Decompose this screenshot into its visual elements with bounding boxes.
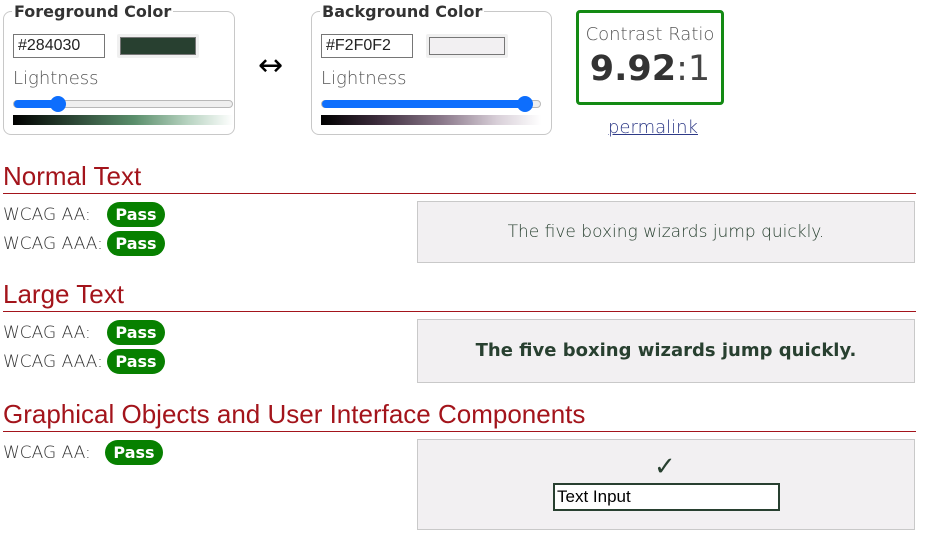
background-color-picker: Background Color #F2F0F2 Lightness bbox=[311, 2, 552, 135]
foreground-hex-input[interactable]: #284030 bbox=[13, 34, 105, 58]
background-lightness-label: Lightness bbox=[321, 68, 407, 89]
normal-text-heading: Normal Text bbox=[3, 161, 916, 194]
normal-aa-label: WCAG AA: bbox=[3, 205, 91, 225]
checkmark-icon: ✓ bbox=[654, 452, 676, 482]
background-lightness-slider[interactable] bbox=[321, 96, 541, 112]
normal-aaa-label: WCAG AAA: bbox=[3, 234, 103, 254]
background-hex-input[interactable]: #F2F0F2 bbox=[321, 34, 413, 58]
graphical-objects-sample: ✓ Text Input bbox=[417, 439, 915, 530]
foreground-lightness-label: Lightness bbox=[13, 68, 99, 89]
background-slider-thumb[interactable] bbox=[516, 96, 533, 112]
background-lightness-gradient bbox=[321, 115, 541, 125]
large-aa-pass-badge: Pass bbox=[107, 320, 165, 345]
foreground-color-swatch-button[interactable] bbox=[117, 34, 199, 58]
large-aaa-label: WCAG AAA: bbox=[3, 352, 103, 372]
graphical-aa-label: WCAG AA: bbox=[3, 443, 91, 463]
foreground-color-picker: Foreground Color #284030 Lightness bbox=[3, 2, 235, 135]
contrast-ratio-label: Contrast Ratio bbox=[585, 24, 715, 45]
sample-text-input[interactable]: Text Input bbox=[553, 483, 780, 511]
normal-aaa-pass-badge: Pass bbox=[107, 231, 165, 256]
background-color-swatch-button[interactable] bbox=[426, 34, 508, 58]
contrast-ratio-number: 9.92 bbox=[589, 49, 677, 89]
normal-aa-pass-badge: Pass bbox=[107, 202, 165, 227]
large-aa-label: WCAG AA: bbox=[3, 323, 91, 343]
foreground-legend: Foreground Color bbox=[12, 2, 174, 22]
foreground-slider-thumb[interactable] bbox=[49, 96, 66, 112]
foreground-swatch bbox=[120, 37, 196, 55]
graphical-aa-pass-badge: Pass bbox=[105, 440, 163, 465]
contrast-ratio-suffix: :1 bbox=[676, 49, 711, 89]
large-text-heading: Large Text bbox=[3, 279, 916, 312]
background-swatch bbox=[429, 37, 505, 55]
background-legend: Background Color bbox=[320, 2, 485, 22]
permalink-link[interactable]: permalink bbox=[608, 117, 698, 138]
normal-text-sample: The five boxing wizards jump quickly. bbox=[417, 201, 915, 263]
graphical-objects-heading: Graphical Objects and User Interface Com… bbox=[3, 399, 916, 432]
swap-colors-icon[interactable]: ↔ bbox=[258, 51, 283, 81]
foreground-lightness-gradient bbox=[13, 115, 233, 125]
large-aaa-pass-badge: Pass bbox=[107, 349, 165, 374]
contrast-ratio-value: 9.92:1 bbox=[579, 49, 721, 89]
foreground-lightness-slider[interactable] bbox=[13, 96, 233, 112]
contrast-ratio-box: Contrast Ratio 9.92:1 bbox=[576, 10, 724, 105]
background-slider-fill bbox=[322, 100, 525, 108]
large-text-sample: The five boxing wizards jump quickly. bbox=[417, 319, 915, 383]
